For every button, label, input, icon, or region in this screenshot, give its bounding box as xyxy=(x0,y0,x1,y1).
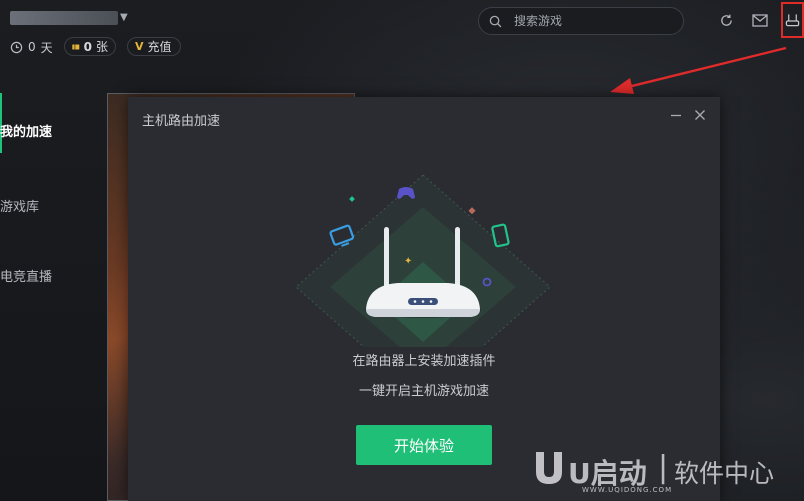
dialog-title: 主机路由加速 xyxy=(142,114,221,129)
tickets-value: 0 xyxy=(83,39,92,54)
svg-text:✦: ✦ xyxy=(404,256,412,267)
recharge-label: 充值 xyxy=(147,40,172,54)
sidebar-item-game-library[interactable]: 游戏库 xyxy=(0,196,39,215)
mail-icon xyxy=(752,13,768,27)
ticket-count[interactable]: 0 张 xyxy=(64,37,116,56)
router-acceleration-button[interactable] xyxy=(781,2,804,38)
refresh-button[interactable] xyxy=(716,10,736,30)
ticket-icon xyxy=(72,43,80,50)
refresh-icon xyxy=(720,14,732,26)
search-input[interactable] xyxy=(512,13,666,29)
close-button[interactable] xyxy=(692,107,708,123)
tickets-unit: 张 xyxy=(95,40,108,54)
sidebar-item-label: 我的加速 xyxy=(0,125,53,140)
sidebar-item-label: 游戏库 xyxy=(0,200,40,215)
watermark-logo: U启动 | 软件中心 WWW.UQIDONG.COM xyxy=(530,448,800,498)
recharge-button[interactable]: V 充值 xyxy=(127,37,181,56)
description-line-2: 一键开启主机游戏加速 xyxy=(358,384,489,399)
annotation-arrow xyxy=(610,46,787,94)
search-icon xyxy=(489,15,502,27)
watermark-url: WWW.UQIDONG.COM xyxy=(582,486,673,494)
minimize-button[interactable] xyxy=(668,107,684,123)
watermark-divider: | xyxy=(658,450,669,485)
minimize-icon xyxy=(671,114,681,117)
days-unit: 天 xyxy=(40,40,53,55)
close-icon xyxy=(695,110,705,120)
mail-button[interactable] xyxy=(750,10,770,30)
router-icon xyxy=(785,13,800,26)
router-illustration: ✦ xyxy=(295,174,551,347)
watermark-slogan: 软件中心 xyxy=(674,459,775,488)
vip-icon: V xyxy=(135,40,144,53)
start-experience-button[interactable]: 开始体验 xyxy=(356,425,492,465)
search-box[interactable] xyxy=(478,7,684,35)
sidebar-item-esports-live[interactable]: 电竞直播 xyxy=(0,266,52,285)
phone-icon xyxy=(491,223,510,248)
sidebar-item-my-acceleration[interactable]: 我的加速 xyxy=(0,121,52,140)
chevron-down-icon[interactable]: ▼ xyxy=(120,12,128,23)
days-value: 0 xyxy=(28,40,36,54)
sidebar-item-label: 电竞直播 xyxy=(0,270,53,285)
u-logo-icon xyxy=(536,452,562,484)
description-line-1: 在路由器上安装加速插件 xyxy=(352,354,496,369)
remaining-days: 0 天 xyxy=(10,38,53,56)
username[interactable] xyxy=(10,11,118,25)
router-acceleration-dialog: 主机路由加速 ✦ 在路由器上安装加速插件 一键开启主机游戏加速 开始体验 xyxy=(128,97,720,501)
clock-icon xyxy=(10,41,23,53)
